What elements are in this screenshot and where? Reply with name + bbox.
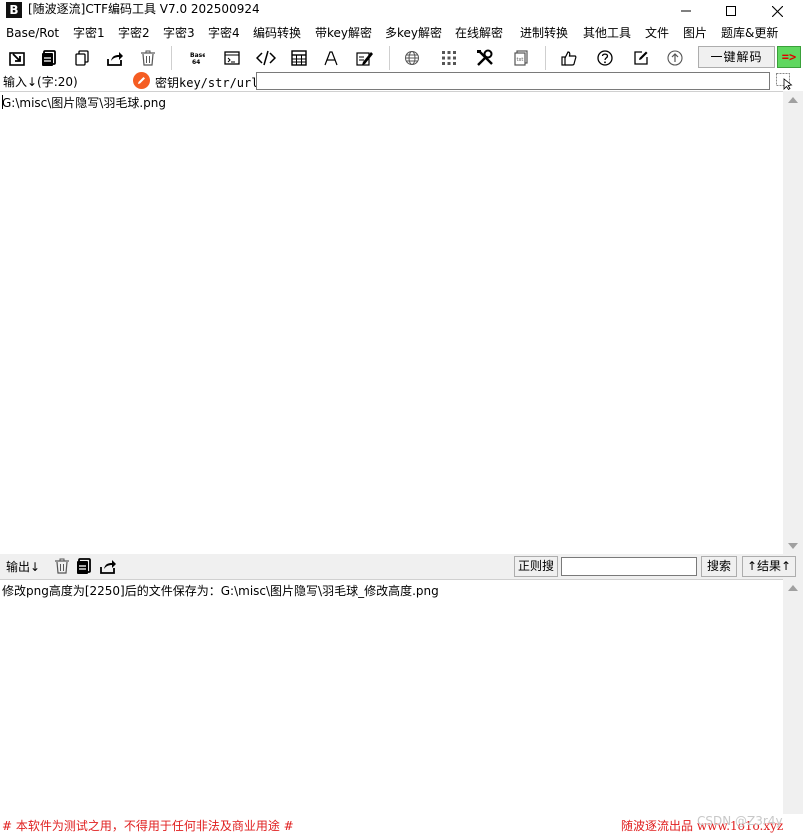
menu-other-tools[interactable]: 其他工具 xyxy=(583,25,631,41)
input-text: G:\misc\图片隐写\羽毛球.png xyxy=(2,96,166,110)
watermark-text: CSDN @Z3r4y xyxy=(697,814,783,828)
grid-icon[interactable] xyxy=(438,47,460,69)
scroll-up-icon[interactable] xyxy=(788,585,798,591)
input-scrollbar[interactable] xyxy=(783,91,803,554)
output-scrollbar[interactable] xyxy=(783,579,803,814)
close-icon xyxy=(771,5,783,17)
help-icon[interactable] xyxy=(594,47,616,69)
scroll-up-icon[interactable] xyxy=(788,97,798,103)
document-icon[interactable]: txt xyxy=(510,47,532,69)
output-label: 输出↓ xyxy=(6,560,41,574)
svg-text:Base: Base xyxy=(190,52,205,59)
font-icon[interactable] xyxy=(320,47,342,69)
menu-zimi2[interactable]: 字密2 xyxy=(118,25,150,41)
tools-icon[interactable] xyxy=(474,47,496,69)
copy-icon[interactable] xyxy=(71,47,93,69)
svg-text:64: 64 xyxy=(192,59,200,66)
title-bar: B [随波逐流]CTF编码工具 V7.0 202500924 xyxy=(0,0,803,22)
menu-file[interactable]: 文件 xyxy=(645,25,669,41)
calculator-icon[interactable] xyxy=(288,47,310,69)
toolbar-separator xyxy=(545,46,546,70)
input-header-row: 输入↓(字:20) 密钥key/str/url: xyxy=(0,71,803,91)
key-input[interactable] xyxy=(256,72,770,90)
toolbar-separator xyxy=(171,46,172,70)
code-icon[interactable] xyxy=(255,47,277,69)
menu-key-decrypt[interactable]: 带key解密 xyxy=(315,25,372,41)
search-button[interactable]: 搜索 xyxy=(701,556,737,577)
menu-encoding-convert[interactable]: 编码转换 xyxy=(253,25,301,41)
key-label: 密钥key/str/url: xyxy=(155,76,266,90)
input-label: 输入↓(字:20) xyxy=(3,75,78,89)
note-icon[interactable] xyxy=(630,47,652,69)
menu-zimi1[interactable]: 字密1 xyxy=(73,25,105,41)
menu-bar: Base/Rot 字密1 字密2 字密3 字密4 编码转换 带key解密 多ke… xyxy=(0,22,803,44)
input-textarea[interactable]: G:\misc\图片隐写\羽毛球.png xyxy=(0,91,783,554)
menu-question-bank[interactable]: 题库&更新 xyxy=(721,25,778,41)
scroll-down-icon[interactable] xyxy=(788,543,798,549)
globe-icon[interactable] xyxy=(401,47,423,69)
output-copy-all-icon[interactable] xyxy=(75,557,93,575)
toolbar: Base 64 txt 一键解码 => xyxy=(0,44,803,72)
output-header-row: 输出↓ 正则搜 搜索 ↑结果↑ xyxy=(0,554,803,579)
key-pencil-icon[interactable] xyxy=(133,72,150,89)
window-title: [随波逐流]CTF编码工具 V7.0 202500924 xyxy=(28,2,260,16)
edit-doc-icon[interactable] xyxy=(354,47,376,69)
trash-icon[interactable] xyxy=(137,47,159,69)
send-arrow-button[interactable]: => xyxy=(777,46,801,68)
footer: # 本软件为测试之用，不得用于任何非法及商业用途 # 随波逐流出品 www.1o… xyxy=(0,814,803,834)
copy-all-icon[interactable] xyxy=(38,47,60,69)
minimize-button[interactable] xyxy=(663,0,709,22)
toolbar-separator xyxy=(389,46,390,70)
terminal-icon[interactable] xyxy=(221,47,243,69)
maximize-icon xyxy=(726,6,736,16)
regex-search-button[interactable]: 正则搜 xyxy=(514,556,558,577)
result-up-button[interactable]: ↑结果↑ xyxy=(742,556,796,577)
menu-base-rot[interactable]: Base/Rot xyxy=(6,25,59,41)
one-click-decode-button[interactable]: 一键解码 xyxy=(698,46,775,68)
disclaimer-text: # 本软件为测试之用，不得用于任何非法及商业用途 # xyxy=(2,819,294,833)
minimize-icon xyxy=(681,10,691,12)
menu-online-decrypt[interactable]: 在线解密 xyxy=(455,25,503,41)
output-textarea[interactable]: 修改png高度为[2250]后的文件保存为：G:\misc\图片隐写\羽毛球_修… xyxy=(0,579,783,814)
output-share-icon[interactable] xyxy=(99,557,117,575)
menu-zimi4[interactable]: 字密4 xyxy=(208,25,240,41)
menu-base-convert[interactable]: 进制转换 xyxy=(520,25,568,41)
thumbs-up-icon[interactable] xyxy=(558,47,580,69)
base64-icon[interactable]: Base 64 xyxy=(186,47,208,69)
menu-multikey-decrypt[interactable]: 多key解密 xyxy=(385,25,442,41)
import-icon[interactable] xyxy=(6,47,28,69)
cursor-pick-icon[interactable] xyxy=(776,73,794,91)
close-button[interactable] xyxy=(754,0,800,22)
output-text: 修改png高度为[2250]后的文件保存为：G:\misc\图片隐写\羽毛球_修… xyxy=(2,584,439,598)
menu-zimi3[interactable]: 字密3 xyxy=(163,25,195,41)
app-logo-icon: B xyxy=(6,2,22,18)
share-icon[interactable] xyxy=(104,47,126,69)
regex-input[interactable] xyxy=(561,557,697,576)
output-trash-icon[interactable] xyxy=(53,557,71,575)
maximize-button[interactable] xyxy=(708,0,754,22)
menu-image[interactable]: 图片 xyxy=(683,25,707,41)
upload-icon[interactable] xyxy=(664,47,686,69)
svg-text:txt: txt xyxy=(517,57,524,63)
